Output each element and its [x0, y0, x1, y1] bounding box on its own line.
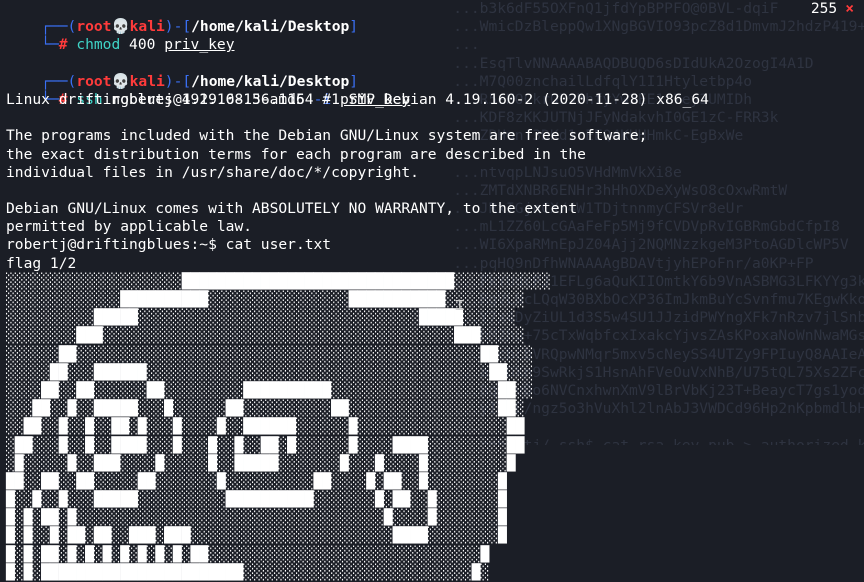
ascii-art-row: ░░░░░░██░░░░░░░░░░░░░░░░░░░░░░░░░░░░░░░░…: [6, 345, 534, 363]
command-line-1: └─# chmod 400 priv_key: [6, 18, 864, 53]
ascii-art-row: ░░░██░░█░░█████░░░█░░░░░░██░░░░░░░░░░██░…: [6, 400, 525, 418]
ascii-art-row: ██░░██░░██░░░░░██░░░░░░░█░░░░░░░░░░██░░░…: [6, 472, 507, 490]
ascii-art-row: ░░░░░░░░░░░░░░░░░░░░████████████████████…: [6, 272, 551, 290]
prompt-header-2: ┌──(root💀kali)-[/home/kali/Desktop]: [6, 55, 864, 90]
output-line: permitted by applicable law.: [6, 218, 253, 236]
ascii-art-row: █░█░██░█░█░█░█░█░█░█░██░░░░░░░░░░░░░░░░░…: [6, 545, 490, 563]
ascii-art-row: ░░░░░░░░░░░░░██████████░░░░░░░░░░░░░░░░█…: [6, 291, 525, 308]
ascii-art-row: ░░░░██░░██░░░░░░██░░░░░░░░░██████████░░░…: [6, 381, 534, 399]
output-line: flag 1/2: [6, 254, 77, 272]
ascii-art-row: ░██░░░█░░█░░████░░░█░░░█░░█░░██░█░░░░░░█…: [6, 436, 525, 454]
output-line: Linux driftingblues 4.19.0-13-amd64 #1 S…: [6, 90, 709, 108]
ascii-art-row: ░░░░░░░░███░░░░░░░░░░░░░░░░░░░░░░░░░░░░░…: [6, 327, 525, 345]
ascii-art-row: ░█░░░░░█░░███░░░░█░░░░░█░░█████░░░░░░░█░…: [6, 454, 516, 472]
ascii-art-row: █░░█░░█░░░█████░░░░░░░░░░██████████░░░░░…: [6, 491, 507, 509]
output-line: Debian GNU/Linux comes with ABSOLUTELY N…: [6, 200, 578, 218]
prompt-header-1: ┌──(root💀kali)-[/home/kali/Desktop] 255 ⨯: [6, 0, 864, 35]
ascii-art-row: ░░██░░█░░█░░██░█░░░█░░░░█░░██████░░░░░░█…: [6, 418, 525, 436]
ascii-art-row: █░█░██░█░░░░░░░░░░░░░░░░░░░░░░░░░░░░░░░░…: [6, 509, 507, 527]
output-line: the exact distribution terms for each pr…: [6, 145, 586, 163]
command-line-2: └─# ssh robertj@192.168.56.115 -i priv_k…: [6, 73, 864, 108]
ascii-art-row: ░░░░░░░░░░█████░░░░░░░░░░░░░░░░░░░░░░░░░…: [6, 309, 516, 327]
exit-status: 255 ⨯: [811, 0, 854, 18]
exit-code: 255: [810, 0, 838, 17]
output-line: individual files in /usr/share/doc/*/cop…: [6, 163, 419, 181]
output-line: robertj@driftingblues:~$ cat user.txt: [6, 236, 332, 254]
output-line: The programs included with the Debian GN…: [6, 127, 648, 145]
ascii-art-row: ░░░░░██░░░██████░░░░░░░░░░░░░░░░░░░░░░░░…: [6, 363, 534, 381]
ascii-art-row: █░█░░█░██░██░░███░███░░░░░░░░░░░░░░░░░░░…: [6, 527, 507, 545]
ascii-art-flag: ░░░░░░░░░░░░░░░░░░░░████████████████████…: [6, 273, 864, 582]
ascii-art-row: █░█░███████████████████████░░░░░░░░░░░░░…: [6, 563, 490, 581]
ssh-output: Linux driftingblues 4.19.0-13-amd64 #1 S…: [6, 91, 864, 273]
text-cursor-icon: ⌶: [455, 295, 465, 314]
error-x-icon: ⨯: [845, 0, 854, 17]
terminal-window[interactable]: ┌──(root💀kali)-[/home/kali/Desktop] 255 ⨯…: [0, 0, 864, 582]
